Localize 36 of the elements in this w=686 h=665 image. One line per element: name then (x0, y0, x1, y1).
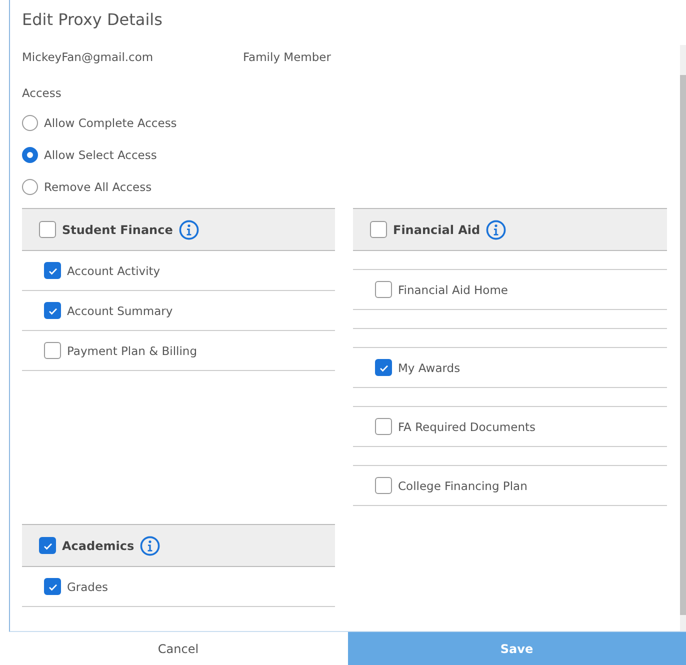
checkbox[interactable] (370, 221, 387, 238)
checkbox-label[interactable]: FA Required Documents (398, 420, 536, 434)
radio-label[interactable]: Allow Select Access (44, 148, 157, 162)
proxy-relationship: Family Member (243, 50, 331, 64)
proxy-email: MickeyFan@gmail.com (22, 50, 154, 64)
checkbox-label[interactable]: Account Activity (67, 264, 160, 278)
radio-label[interactable]: Remove All Access (44, 180, 152, 194)
dialog-title: Edit Proxy Details (21, 9, 164, 31)
checkbox[interactable] (375, 477, 392, 494)
checkbox[interactable] (375, 281, 392, 298)
checkbox-label[interactable]: Financial Aid Home (398, 282, 508, 296)
checkbox[interactable] (39, 221, 56, 238)
info-icon[interactable] (486, 220, 506, 240)
radio-button[interactable] (22, 115, 38, 131)
checkbox[interactable] (375, 418, 392, 435)
checkbox[interactable] (44, 342, 61, 359)
checkbox[interactable] (44, 578, 61, 595)
section-title: Student Finance (62, 222, 173, 236)
section-title: Financial Aid (393, 222, 480, 236)
radio-button[interactable] (22, 179, 38, 195)
checkbox-label[interactable]: Payment Plan & Billing (67, 344, 198, 358)
checkbox[interactable] (39, 537, 56, 554)
checkbox[interactable] (44, 262, 61, 279)
checkbox[interactable] (375, 359, 392, 376)
info-icon[interactable] (178, 220, 199, 240)
access-label: Access (22, 86, 62, 100)
scrollbar[interactable] (680, 45, 686, 631)
section-title: Academics (62, 538, 134, 552)
radio-button[interactable] (22, 147, 38, 163)
checkbox-label[interactable]: Account Summary (67, 304, 173, 318)
radio-label[interactable]: Allow Complete Access (44, 116, 177, 130)
checkbox[interactable] (44, 302, 61, 319)
checkbox-label[interactable]: College Financing Plan (398, 478, 528, 492)
checkbox-label[interactable]: Grades (67, 580, 108, 594)
checkbox-label[interactable]: My Awards (398, 360, 460, 374)
info-icon[interactable] (140, 536, 160, 556)
